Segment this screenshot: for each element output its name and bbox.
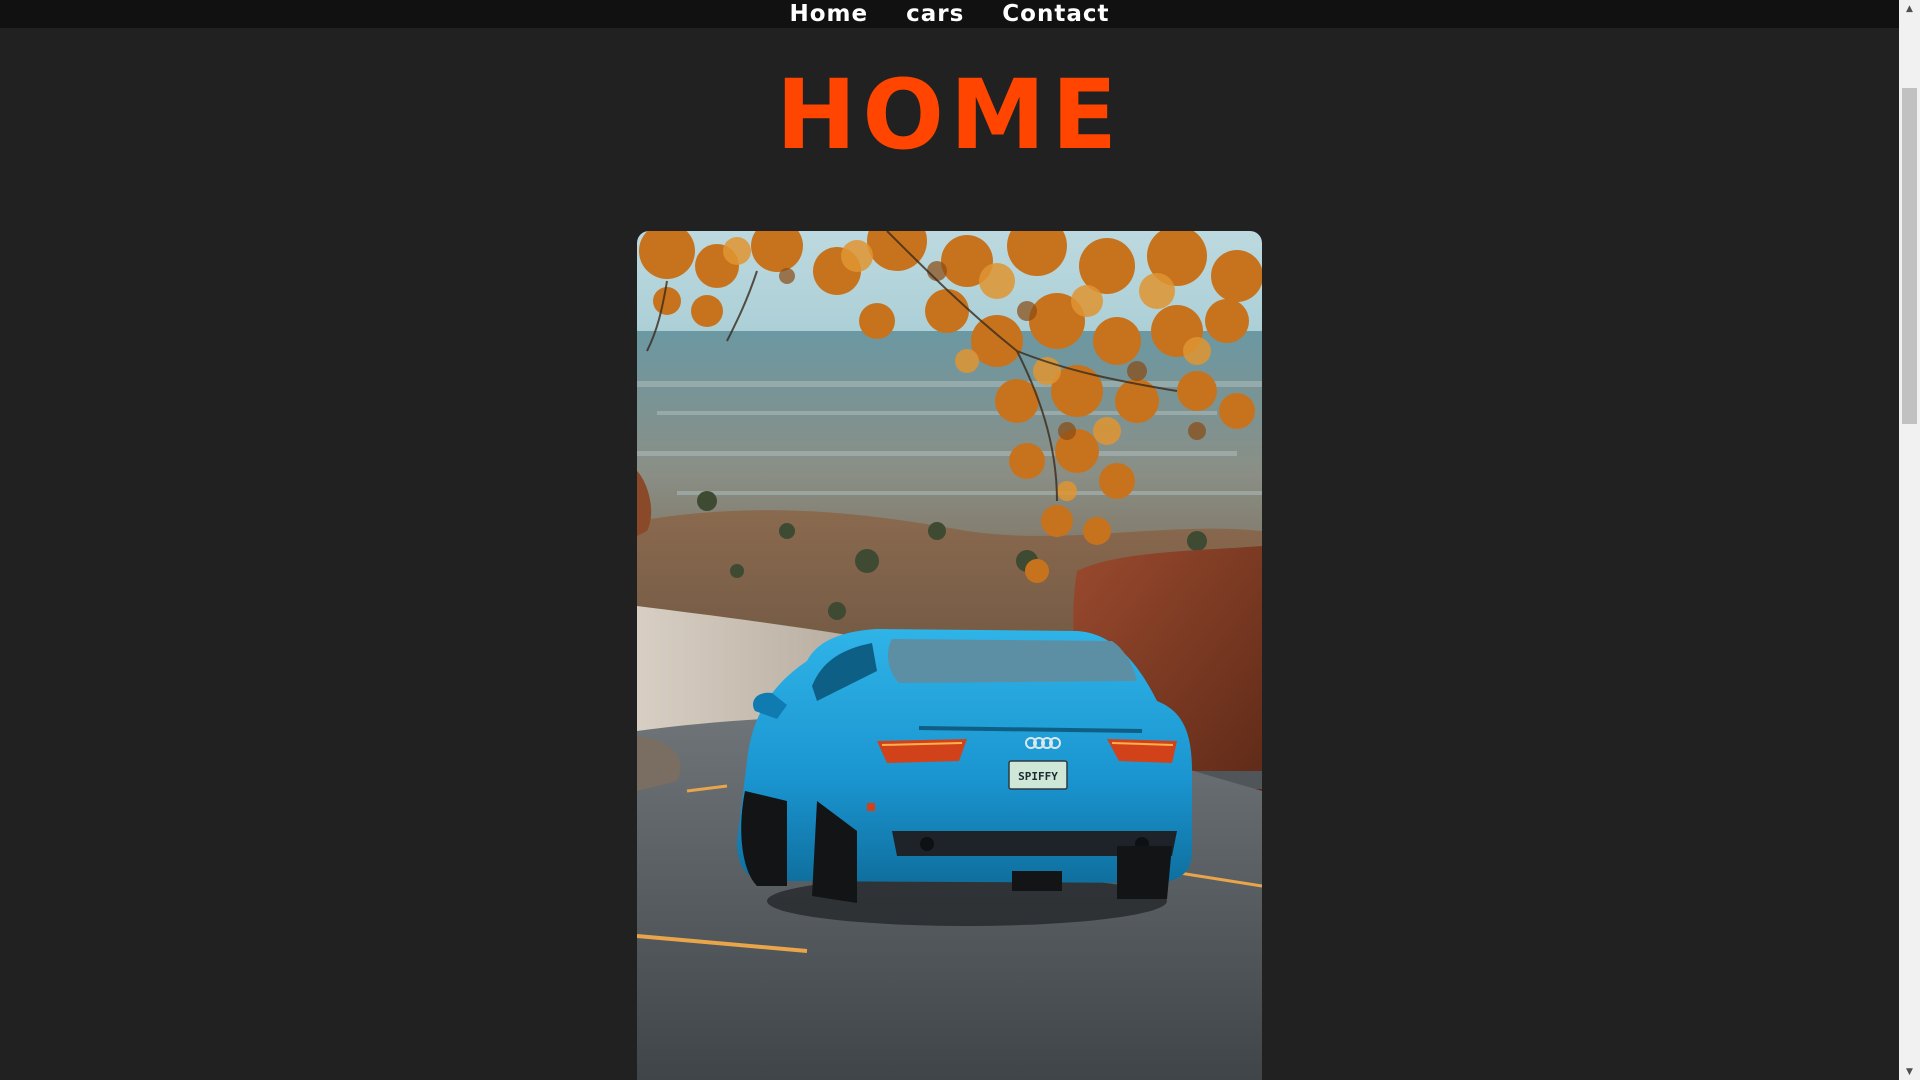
scrollbar-thumb[interactable]	[1902, 88, 1917, 424]
vertical-scrollbar[interactable]: ▲ ▼	[1899, 0, 1920, 1080]
nav-link-home[interactable]: Home	[789, 0, 868, 28]
nav-link-contact[interactable]: Contact	[1002, 0, 1109, 28]
nav-link-cars[interactable]: cars	[906, 0, 964, 28]
page-title: HOME	[775, 59, 1124, 171]
page: Home cars Contact HOME SPIFFY	[0, 0, 1899, 1080]
chevron-down-icon[interactable]: ▼	[1899, 1063, 1920, 1080]
license-plate: SPIFFY	[1018, 770, 1058, 783]
hero-image: SPIFFY	[637, 231, 1262, 1080]
chevron-up-icon[interactable]: ▲	[1899, 0, 1920, 17]
top-nav: Home cars Contact	[0, 0, 1899, 28]
